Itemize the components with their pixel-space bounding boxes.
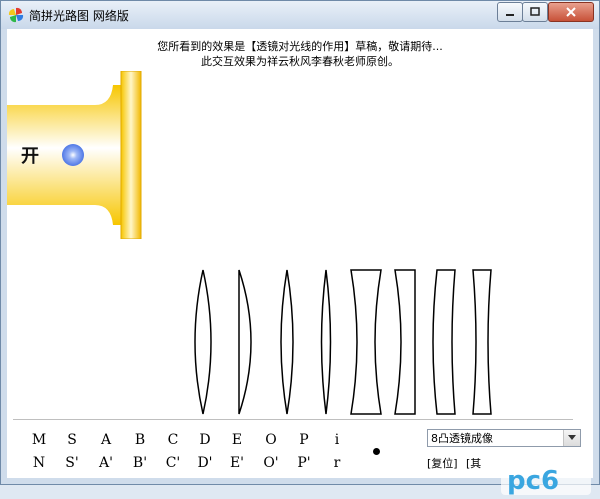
mode-select-value: 8凸透镜成像 — [431, 432, 493, 445]
maximize-button[interactable] — [522, 2, 548, 22]
point-label-bottom-7[interactable]: O' — [259, 455, 283, 471]
point-label-top-7[interactable]: O — [259, 432, 283, 448]
close-icon — [566, 7, 576, 17]
maximize-icon — [530, 7, 540, 16]
concave-convex-lens[interactable] — [432, 269, 456, 415]
point-label-top-9[interactable]: i — [325, 432, 349, 448]
plano-convex-lens[interactable] — [238, 269, 252, 415]
point-label-bottom-5[interactable]: D' — [193, 455, 217, 471]
point-label-bottom-4[interactable]: C' — [161, 455, 185, 471]
biconcave-lens-large[interactable] — [350, 269, 382, 415]
notice-line-2: 此交互效果为祥云秋风李春秋老师原创。 — [201, 55, 399, 68]
point-label-top-4[interactable]: C — [161, 432, 185, 448]
drawing-canvas[interactable]: 您所看到的效果是【透镜对光线的作用】草稿，敬请期待... 此交互效果为祥云秋风李… — [7, 29, 593, 496]
minimize-button[interactable] — [497, 2, 523, 22]
point-label-bottom-6[interactable]: E' — [225, 455, 249, 471]
svg-text:pc6: pc6 — [507, 466, 559, 496]
point-label-top-0[interactable]: M — [27, 432, 51, 448]
pc6-logo: pc6 — [501, 463, 591, 496]
biconvex-lens-medium[interactable] — [280, 269, 294, 415]
point-label-top-5[interactable]: D — [193, 432, 217, 448]
pinwheel-icon — [8, 7, 24, 23]
dot-point-tool[interactable] — [373, 448, 380, 455]
window-title: 简拼光路图 网络版 — [29, 9, 129, 23]
reset-button[interactable]: [复位] — [427, 455, 458, 471]
toolbar-divider — [13, 419, 573, 420]
chevron-down-icon[interactable] — [563, 430, 580, 446]
title-bar[interactable]: 简拼光路图 网络版 — [1, 1, 599, 29]
plano-concave-lens[interactable] — [394, 269, 416, 415]
point-label-top-1[interactable]: S — [60, 432, 84, 448]
biconvex-lens-large[interactable] — [194, 269, 212, 415]
mode-select[interactable]: 8凸透镜成像 — [427, 429, 581, 447]
biconcave-lens-small[interactable] — [472, 269, 492, 415]
minimize-icon — [506, 14, 514, 16]
point-label-bottom-9[interactable]: r — [325, 455, 349, 471]
point-label-bottom-3[interactable]: B' — [128, 455, 152, 471]
close-button[interactable] — [548, 2, 594, 22]
point-label-top-3[interactable]: B — [128, 432, 152, 448]
point-label-bottom-8[interactable]: P' — [292, 455, 316, 471]
point-label-bottom-1[interactable]: S' — [60, 455, 84, 471]
point-label-top-6[interactable]: E — [225, 432, 249, 448]
point-label-bottom-0[interactable]: N — [27, 455, 51, 471]
lens-palette — [194, 269, 492, 415]
notice-line-1: 您所看到的效果是【透镜对光线的作用】草稿，敬请期待... — [157, 40, 443, 53]
point-label-bottom-2[interactable]: A' — [94, 455, 118, 471]
point-label-top-2[interactable]: A — [94, 432, 118, 448]
point-label-top-8[interactable]: P — [292, 432, 316, 448]
app-window: 简拼光路图 网络版 您所看到的效果是【透镜对光线的作用】草稿，敬请期待... 此… — [0, 0, 600, 496]
biconvex-lens-small[interactable] — [320, 269, 332, 415]
lamp-switch-label[interactable]: 开 — [21, 142, 39, 168]
other-button[interactable]: [其 — [466, 455, 481, 471]
